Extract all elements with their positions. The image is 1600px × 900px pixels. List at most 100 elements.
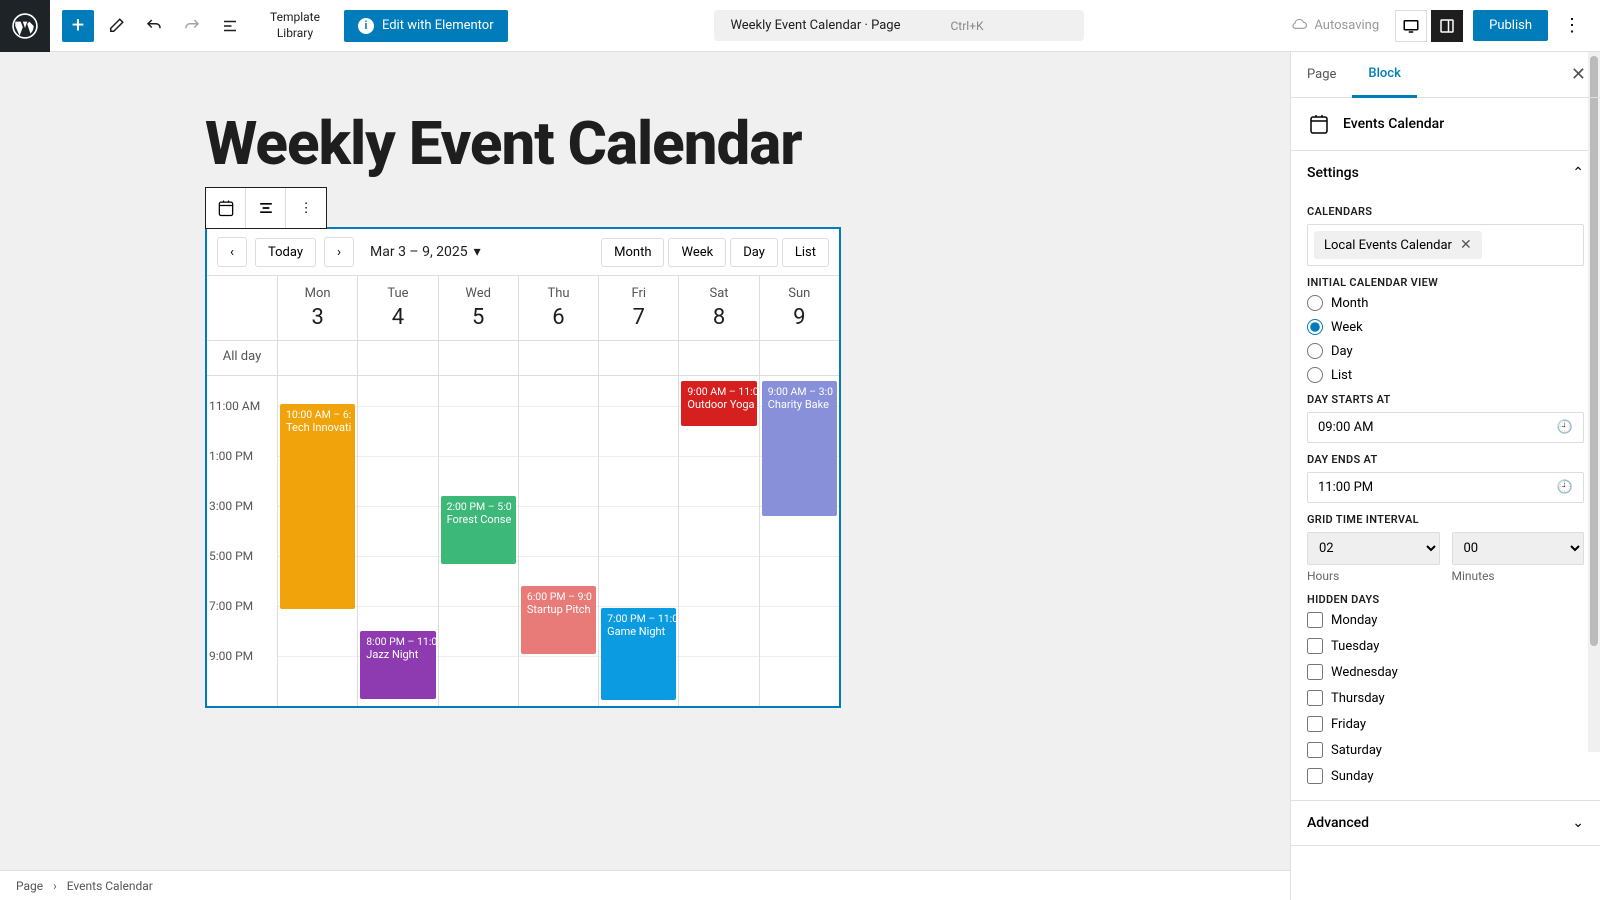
wordpress-icon [12, 13, 38, 39]
calendar-event[interactable]: 6:00 PM – 9:0 Startup Pitch [521, 586, 596, 654]
breadcrumb-page[interactable]: Page [16, 879, 43, 893]
day-col[interactable]: 9:00 AM – 3:0 Charity Bake [759, 376, 839, 706]
edit-tool-button[interactable] [100, 10, 132, 42]
more-options-button[interactable]: ⋮ [1556, 10, 1588, 42]
checkbox-label: Friday [1331, 717, 1366, 732]
checkbox-friday[interactable]: Friday [1307, 716, 1584, 732]
calendar-event[interactable]: 7:00 PM – 11:0 Game Night [601, 608, 676, 700]
allday-cell[interactable] [277, 341, 357, 375]
day-col[interactable]: 7:00 PM – 11:0 Game Night [598, 376, 678, 706]
close-sidebar-button[interactable]: ✕ [1557, 54, 1600, 95]
page-title[interactable]: Weekly Event Calendar [205, 112, 1145, 175]
template-library-button[interactable]: Template Library [270, 10, 320, 41]
template-library-label-2: Library [277, 26, 313, 42]
top-toolbar: + Template Library i Edit with Elementor… [0, 0, 1600, 52]
advanced-panel-title: Advanced [1307, 815, 1369, 831]
checkbox-monday[interactable]: Monday [1307, 612, 1584, 628]
allday-cell[interactable] [678, 341, 758, 375]
list-view-button[interactable] [214, 10, 246, 42]
day-ends-input[interactable]: 11:00 PM 🕘 [1307, 472, 1584, 503]
checkbox-wednesday[interactable]: Wednesday [1307, 664, 1584, 680]
date-range-picker[interactable]: Mar 3 – 9, 2025 ▾ [370, 244, 481, 260]
publish-button[interactable]: Publish [1473, 10, 1548, 41]
edit-with-elementor-button[interactable]: i Edit with Elementor [344, 10, 508, 42]
event-time: 9:00 AM – 11:0 [687, 385, 750, 398]
calendars-input[interactable]: Local Events Calendar ✕ [1307, 224, 1584, 266]
radio-day[interactable]: Day [1307, 343, 1584, 359]
undo-button[interactable] [138, 10, 170, 42]
grid-hours-select[interactable]: 02 [1307, 532, 1440, 565]
view-day-button[interactable]: Day [730, 238, 778, 267]
checkbox-saturday[interactable]: Saturday [1307, 742, 1584, 758]
calendar-event[interactable]: 8:00 PM – 11:0 Jazz Night [360, 631, 435, 699]
day-col[interactable]: 9:00 AM – 11:0 Outdoor Yoga [678, 376, 758, 706]
checkbox-label: Sunday [1331, 769, 1374, 784]
advanced-panel-header[interactable]: Advanced ⌄ [1291, 801, 1600, 845]
checkbox-tuesday[interactable]: Tuesday [1307, 638, 1584, 654]
chip-remove-button[interactable]: ✕ [1460, 237, 1472, 253]
day-starts-input[interactable]: 09:00 AM 🕘 [1307, 412, 1584, 443]
sidebar-toggle-button[interactable] [1431, 10, 1463, 42]
view-week-button[interactable]: Week [668, 238, 726, 267]
event-title: Game Night [607, 625, 670, 638]
radio-week[interactable]: Week [1307, 319, 1584, 335]
shortcut-hint: Ctrl+K [951, 19, 984, 33]
editor-canvas[interactable]: Weekly Event Calendar ⋮ ‹ Today › Mar 3 … [0, 52, 1290, 900]
checkbox-sunday[interactable]: Sunday [1307, 768, 1584, 784]
view-list-button[interactable]: List [782, 238, 829, 267]
radio-month[interactable]: Month [1307, 295, 1584, 311]
date-range-text: Mar 3 – 9, 2025 [370, 244, 468, 260]
align-button[interactable] [246, 188, 286, 228]
checkbox-label: Saturday [1331, 743, 1382, 758]
radio-label: List [1331, 368, 1352, 383]
next-button[interactable]: › [324, 237, 354, 267]
time-label: 5:00 PM [207, 549, 277, 599]
calendar-event[interactable]: 9:00 AM – 11:0 Outdoor Yoga [681, 381, 756, 426]
day-ends-value: 11:00 PM [1318, 480, 1373, 495]
day-col[interactable]: 10:00 AM – 6: Tech Innovati [277, 376, 357, 706]
document-title-bar[interactable]: Weekly Event Calendar · Page Ctrl+K [714, 10, 1083, 41]
radio-list[interactable]: List [1307, 367, 1584, 383]
radio-label: Month [1331, 296, 1368, 311]
calendar-event[interactable]: 9:00 AM – 3:0 Charity Bake [762, 381, 837, 516]
block-more-button[interactable]: ⋮ [286, 188, 326, 228]
add-block-button[interactable]: + [62, 10, 94, 42]
radio-label: Day [1331, 344, 1353, 359]
view-month-button[interactable]: Month [601, 238, 664, 267]
allday-cell[interactable] [598, 341, 678, 375]
day-header: Wed5 [438, 276, 518, 340]
day-col[interactable]: 2:00 PM – 5:0 Forest Conse [438, 376, 518, 706]
hidden-days-label: HIDDEN DAYS [1307, 593, 1584, 606]
wordpress-logo[interactable] [0, 0, 50, 52]
calendar-event[interactable]: 10:00 AM – 6: Tech Innovati [280, 404, 355, 609]
allday-cell[interactable] [518, 341, 598, 375]
day-col[interactable]: 8:00 PM – 11:0 Jazz Night [357, 376, 437, 706]
event-time: 8:00 PM – 11:0 [366, 635, 429, 648]
calendar-chip-label: Local Events Calendar [1324, 238, 1452, 253]
tab-page[interactable]: Page [1291, 53, 1352, 96]
allday-cell[interactable] [357, 341, 437, 375]
tab-block[interactable]: Block [1352, 52, 1416, 98]
day-col[interactable]: 6:00 PM – 9:0 Startup Pitch [518, 376, 598, 706]
desktop-view-button[interactable] [1395, 10, 1427, 42]
day-header: Mon3 [277, 276, 357, 340]
today-button[interactable]: Today [255, 238, 316, 267]
checkbox-label: Wednesday [1331, 665, 1398, 680]
prev-button[interactable]: ‹ [217, 237, 247, 267]
redo-button[interactable] [176, 10, 208, 42]
autosaving-label: Autosaving [1314, 18, 1379, 33]
allday-cell[interactable] [759, 341, 839, 375]
time-label: 7:00 PM [207, 599, 277, 649]
grid-interval-label: GRID TIME INTERVAL [1307, 513, 1584, 526]
calendar-event[interactable]: 2:00 PM – 5:0 Forest Conse [441, 496, 516, 564]
time-label: 9:00 PM [207, 649, 277, 699]
day-header: Thu6 [518, 276, 598, 340]
scrollbar[interactable] [1588, 52, 1600, 752]
settings-panel-header[interactable]: Settings ⌃ [1291, 151, 1600, 195]
block-type-button[interactable] [206, 188, 246, 228]
allday-cell[interactable] [438, 341, 518, 375]
breadcrumb-block[interactable]: Events Calendar [67, 879, 153, 893]
checkbox-thursday[interactable]: Thursday [1307, 690, 1584, 706]
grid-minutes-select[interactable]: 00 [1452, 532, 1585, 565]
breadcrumb-separator: › [53, 879, 57, 893]
